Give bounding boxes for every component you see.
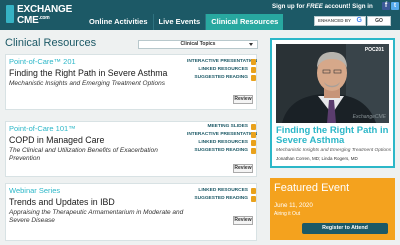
program-tag: POC201 — [364, 47, 384, 53]
resource-card: Point-of-Care 101™ COPD in Managed Care … — [5, 121, 257, 177]
main-nav: Online Activities Live Events Clinical R… — [84, 14, 284, 30]
site-header: EXCHANGE CME.com Online Activities Live … — [0, 0, 400, 30]
resource-link[interactable]: INTERACTIVE PRESENTATION — [187, 131, 257, 139]
featured-activity[interactable]: POC201 ExchangeCME Finding the Right Pat… — [270, 38, 395, 168]
exchangecme-logo[interactable]: EXCHANGE CME.com — [6, 3, 80, 28]
document-icon — [251, 132, 256, 138]
featured-authors: Jonathan Corren, MD; Linda Rogers, MD — [276, 156, 358, 161]
clinical-topics-dropdown[interactable]: Clinical Topics — [138, 40, 258, 49]
event-date: June 11, 2020 — [274, 202, 313, 209]
resource-list: INTERACTIVE PRESENTATION LINKED RESOURCE… — [187, 58, 257, 82]
review-button[interactable]: Review — [233, 216, 253, 225]
logo-mark-icon — [6, 5, 14, 23]
document-icon — [251, 67, 256, 73]
resource-link[interactable]: LINKED RESOURCES — [187, 187, 257, 195]
signup-banner: Sign up for FREE account! Sign in — [272, 3, 373, 10]
review-button[interactable]: Review — [233, 95, 253, 104]
event-title: Airing it Out — [274, 211, 301, 217]
facebook-icon[interactable]: f — [382, 2, 390, 10]
page-title: Clinical Resources — [5, 37, 97, 49]
nav-online-activities[interactable]: Online Activities — [84, 14, 153, 30]
resource-link[interactable]: LINKED RESOURCES — [187, 66, 257, 74]
review-button[interactable]: Review — [233, 164, 253, 173]
card-program-type[interactable]: Webinar Series — [9, 186, 60, 195]
card-subtitle: Appraising the Therapeutic Armamentarium… — [9, 209, 184, 224]
resource-link[interactable]: INTERACTIVE PRESENTATION — [187, 58, 257, 66]
card-title[interactable]: COPD in Managed Care — [9, 135, 104, 145]
document-icon — [251, 140, 256, 146]
card-program-type[interactable]: Point-of-Care 101™ — [9, 124, 76, 133]
logo-text-line2: CME.com — [17, 15, 50, 26]
card-subtitle: Mechanistic Insights and Emerging Treatm… — [9, 80, 165, 87]
resource-card: Point-of-Care™ 201 Finding the Right Pat… — [5, 54, 257, 110]
resource-link[interactable]: MEETING SLIDES — [187, 123, 257, 131]
card-title[interactable]: Finding the Right Path in Severe Asthma — [9, 68, 167, 78]
featured-title[interactable]: Finding the Right Path in Severe Asthma — [276, 126, 394, 146]
document-icon — [251, 188, 256, 194]
google-icon: G — [356, 17, 362, 24]
presenter-photo: POC201 ExchangeCME — [276, 44, 389, 123]
resource-card: Webinar Series Trends and Updates in IBD… — [5, 183, 257, 241]
document-icon — [251, 59, 256, 65]
twitter-icon[interactable]: t — [391, 2, 399, 10]
sign-in-link[interactable]: Sign in — [352, 3, 373, 10]
search-placeholder: ENHANCED BY — [318, 18, 352, 23]
document-icon — [251, 196, 256, 202]
photo-watermark: ExchangeCME — [352, 114, 386, 120]
card-subtitle: The Clinical and Utilization Benefits of… — [9, 147, 158, 162]
document-icon — [251, 75, 256, 81]
chevron-down-icon — [249, 43, 253, 46]
logo-text-line1: EXCHANGE — [17, 4, 73, 15]
card-program-type[interactable]: Point-of-Care™ 201 — [9, 57, 76, 66]
resource-list: LINKED RESOURCES SUGGESTED READING — [187, 187, 257, 203]
register-button[interactable]: Register to Attend — [302, 223, 388, 234]
signup-free: FREE — [306, 3, 323, 10]
featured-subtitle: Mechanistic Insights and Emerging Treatm… — [276, 148, 392, 153]
nav-live-events[interactable]: Live Events — [154, 14, 206, 30]
search-input[interactable]: ENHANCED BY G — [314, 16, 366, 26]
featured-event-heading: Featured Event — [274, 182, 350, 194]
resource-link[interactable]: SUGGESTED READING — [187, 74, 257, 82]
nav-clinical-resources[interactable]: Clinical Resources — [206, 14, 284, 30]
featured-event-panel: Featured Event June 11, 2020 Airing it O… — [270, 178, 395, 240]
resource-link[interactable]: SUGGESTED READING — [187, 195, 257, 203]
document-icon — [251, 124, 256, 130]
resource-list: MEETING SLIDES INTERACTIVE PRESENTATION … — [187, 123, 257, 155]
resource-link[interactable]: LINKED RESOURCES — [187, 139, 257, 147]
card-title[interactable]: Trends and Updates in IBD — [9, 197, 115, 207]
document-icon — [251, 148, 256, 154]
presenter-portrait-image — [276, 44, 389, 123]
resource-link[interactable]: SUGGESTED READING — [187, 147, 257, 155]
clinical-topics-label: Clinical Topics — [180, 41, 216, 47]
search-go-button[interactable]: GO — [367, 16, 391, 26]
